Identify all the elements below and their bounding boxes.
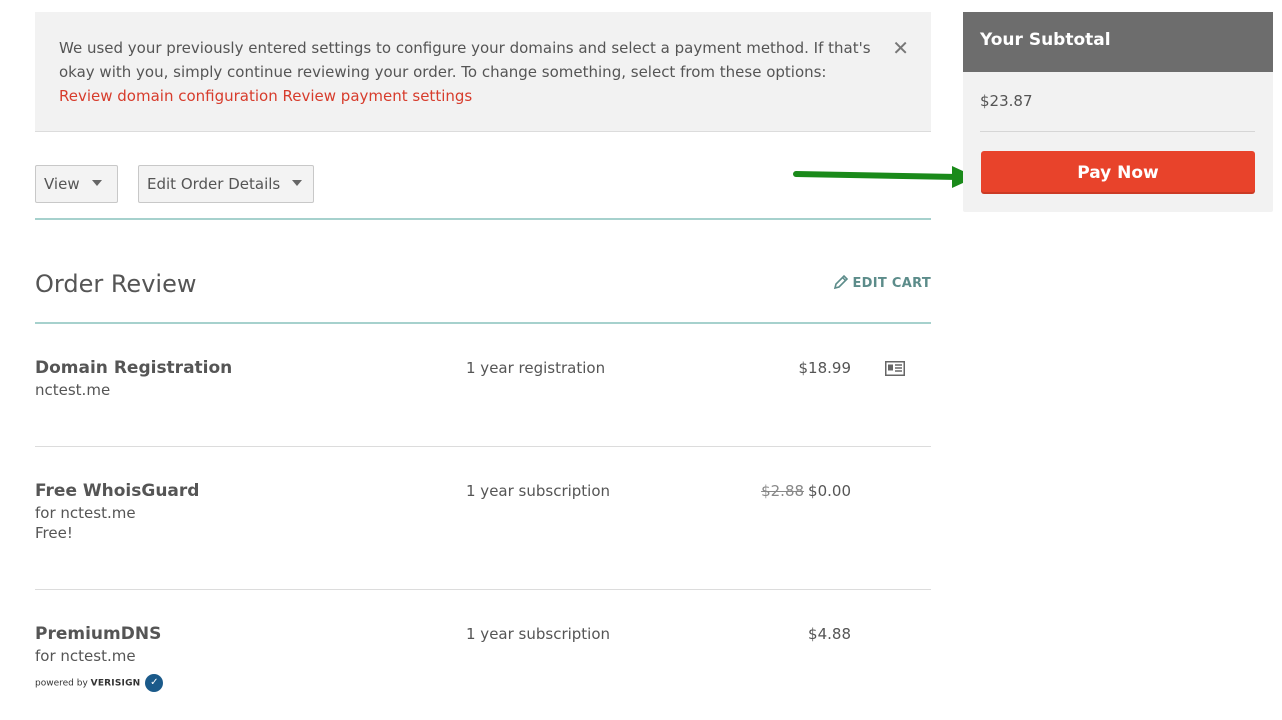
edit-order-details-label: Edit Order Details	[147, 175, 281, 193]
caret-down-icon	[292, 179, 303, 186]
item-name: Free WhoisGuard	[35, 481, 200, 501]
item-free-note: Free!	[35, 524, 73, 542]
verisign-check-icon: ✓	[145, 674, 164, 692]
view-dropdown[interactable]: View	[35, 165, 118, 203]
edit-order-details-dropdown[interactable]: Edit Order Details	[138, 165, 314, 203]
item-current-price: $0.00	[808, 482, 851, 500]
settings-notice: We used your previously entered settings…	[35, 12, 931, 132]
notice-text: We used your previously entered settings…	[59, 39, 871, 81]
review-domain-link[interactable]: Review domain configuration	[59, 87, 278, 105]
view-dropdown-label: View	[44, 175, 80, 193]
item-domain: nctest.me	[35, 381, 111, 399]
verisign-brand: VERISIGN	[90, 678, 141, 689]
pencil-icon	[833, 274, 848, 290]
edit-cart-label: EDIT CART	[852, 276, 931, 291]
item-domain: for nctest.me	[35, 647, 136, 665]
item-name: Domain Registration	[35, 358, 233, 378]
green-arrow-annotation	[793, 166, 976, 188]
item-price: $4.88	[808, 625, 851, 643]
edit-cart-link[interactable]: EDIT CART	[833, 274, 932, 291]
powered-prefix: powered by	[35, 678, 88, 689]
contact-card-icon[interactable]	[885, 361, 905, 380]
subtotal-panel: Your Subtotal $23.87 Pay Now	[963, 12, 1273, 212]
subtotal-amount: $23.87	[980, 92, 1033, 110]
caret-down-icon	[91, 179, 102, 186]
item-price: $18.99	[798, 359, 852, 377]
main-column: We used your previously entered settings…	[35, 12, 931, 720]
order-item-whoisguard: Free WhoisGuard for nctest.me Free! 1 ye…	[35, 447, 931, 590]
review-payment-link[interactable]: Review payment settings	[283, 87, 473, 105]
order-item-domain-registration: Domain Registration nctest.me 1 year reg…	[35, 324, 931, 447]
subtotal-title: Your Subtotal	[963, 12, 1273, 72]
item-term: 1 year registration	[466, 359, 606, 377]
item-price: $2.88 $0.00	[761, 482, 851, 500]
item-name: PremiumDNS	[35, 624, 162, 644]
order-item-premiumdns: PremiumDNS for nctest.me 1 year subscrip…	[35, 590, 931, 720]
order-review-header: Order Review EDIT CART	[35, 220, 931, 324]
powered-by-verisign-logo: powered by VERISIGN ✓	[35, 674, 164, 692]
divider	[980, 131, 1255, 132]
item-old-price: $2.88	[761, 482, 805, 500]
pay-now-button[interactable]: Pay Now	[981, 151, 1255, 194]
item-term: 1 year subscription	[466, 625, 611, 643]
item-term: 1 year subscription	[466, 482, 611, 500]
item-domain: for nctest.me	[35, 504, 136, 522]
close-icon[interactable]: ✕	[892, 36, 909, 60]
page-title: Order Review	[35, 270, 197, 298]
